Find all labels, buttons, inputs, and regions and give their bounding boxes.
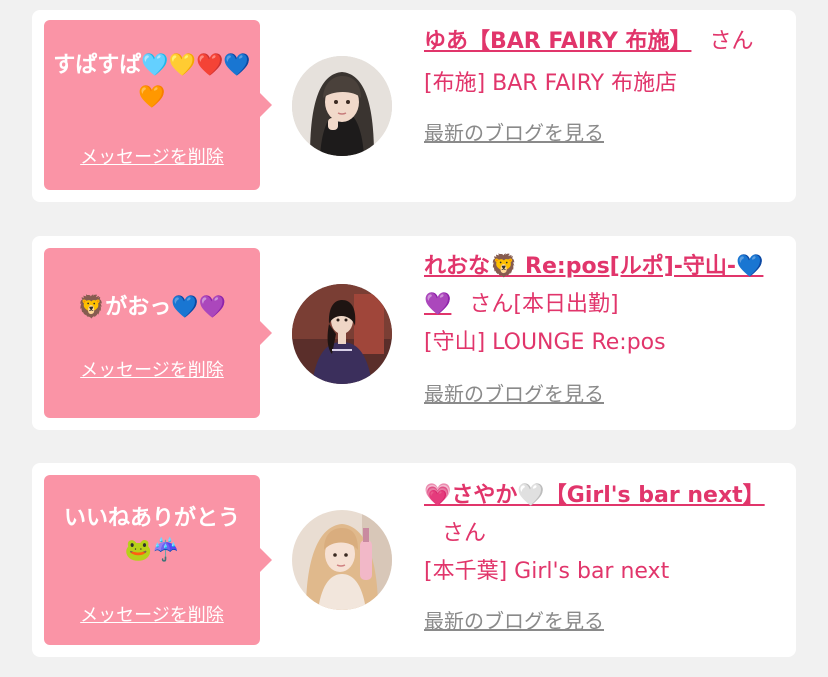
delete-message-link[interactable]: メッセージを削除 <box>44 143 260 169</box>
profile-info: ゆあ【BAR FAIRY 布施】 さん [布施] BAR FAIRY 布施店 最新… <box>424 23 779 146</box>
shop-name: [守山] LOUNGE Re:pos <box>424 330 666 355</box>
profile-name-link[interactable]: ゆあ【BAR FAIRY 布施】 <box>424 29 691 54</box>
honorific: さん <box>442 521 487 546</box>
avatar[interactable] <box>292 56 392 156</box>
delete-message-link[interactable]: メッセージを削除 <box>44 601 260 627</box>
message-bubble: すぱすぱ🩵💛❤️💙🧡 メッセージを削除 <box>44 20 272 190</box>
honorific: さん[本日出勤] <box>469 292 619 317</box>
profile-photo-icon <box>292 56 392 156</box>
latest-blog-link[interactable]: 最新のブログを見る <box>424 117 604 146</box>
delete-message-link[interactable]: メッセージを削除 <box>44 356 260 382</box>
message-card: すぱすぱ🩵💛❤️💙🧡 メッセージを削除 ゆあ【BAR FAIRY 布施】 さん [… <box>32 10 796 202</box>
message-text: 🦁がおっ💙💜 <box>77 295 227 320</box>
latest-blog-link[interactable]: 最新のブログを見る <box>424 605 604 634</box>
profile-name-link[interactable]: 💗さやか🤍【Girl's bar next】 <box>424 483 765 508</box>
honorific: さん <box>709 29 754 54</box>
name-line: 💗さやか🤍【Girl's bar next】さん <box>424 477 779 553</box>
latest-blog-link[interactable]: 最新のブログを見る <box>424 378 604 407</box>
message-card: いいねありがとう🐸☔️ メッセージを削除 💗さやか🤍【Girl's bar ne… <box>32 463 796 657</box>
shop-name: [布施] BAR FAIRY 布施店 <box>424 71 678 96</box>
avatar[interactable] <box>292 510 392 610</box>
message-bubble: いいねありがとう🐸☔️ メッセージを削除 <box>44 475 272 645</box>
profile-info: 💗さやか🤍【Girl's bar next】さん [本千葉] Girl's ba… <box>424 477 779 634</box>
profile-photo-icon <box>292 510 392 610</box>
profile-info: れおな🦁 Re:pos[ルポ]-守山-💙💜 さん[本日出勤] [守山] LOUNG… <box>424 248 779 407</box>
name-line: れおな🦁 Re:pos[ルポ]-守山-💙💜 さん[本日出勤] <box>424 248 779 324</box>
shop-name: [本千葉] Girl's bar next <box>424 559 670 584</box>
avatar[interactable] <box>292 284 392 384</box>
message-text: すぱすぱ🩵💛❤️💙🧡 <box>53 53 251 110</box>
name-line: ゆあ【BAR FAIRY 布施】 さん <box>424 23 779 61</box>
message-text: いいねありがとう🐸☔️ <box>63 506 240 563</box>
message-bubble: 🦁がおっ💙💜 メッセージを削除 <box>44 248 272 418</box>
message-card: 🦁がおっ💙💜 メッセージを削除 れおな🦁 Re:pos[ルポ]-守山-💙💜 さん[… <box>32 236 796 430</box>
profile-photo-icon <box>292 284 392 384</box>
